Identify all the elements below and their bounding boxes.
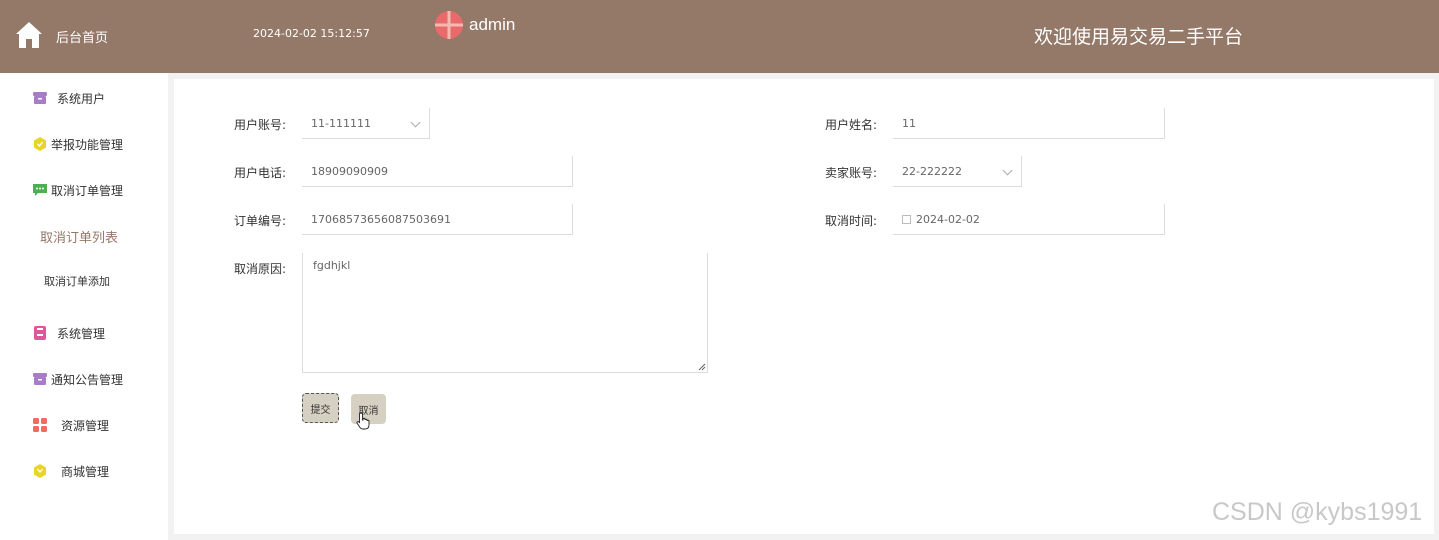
sidebar-item-system-users[interactable]: 系统用户 <box>0 83 168 113</box>
sidebar: 系统用户 举报功能管理 取消订单管理 取消订单列表 取消订单添加 系统管理 通知… <box>0 73 168 540</box>
user-account-value: 11-111111 <box>311 116 371 130</box>
hand-cursor-icon <box>356 412 370 430</box>
calendar-icon <box>902 214 911 224</box>
sidebar-subitem-cancel-order-list[interactable]: 取消订单列表 <box>0 221 168 251</box>
message-icon <box>33 184 47 196</box>
home-icon[interactable] <box>14 20 44 50</box>
user-account-select[interactable]: 11-111111 <box>302 108 430 139</box>
user-name-label: 用户姓名: <box>824 118 877 132</box>
user-name-value: 11 <box>902 116 916 130</box>
sidebar-item-label: 举报功能管理 <box>51 137 124 152</box>
sidebar-item-label: 资源管理 <box>61 418 110 433</box>
user-phone-value: 18909090909 <box>311 164 388 178</box>
user-name-field[interactable]: 11 <box>893 108 1165 139</box>
cancel-time-value: 2024-02-02 <box>916 212 980 226</box>
seller-account-label: 卖家账号: <box>824 166 877 180</box>
resize-handle-icon[interactable] <box>698 363 706 371</box>
main-content: 用户账号: 11-111111 用户姓名: 11 用户电话: 189090909… <box>174 79 1434 534</box>
sidebar-item-label: 系统用户 <box>57 91 106 106</box>
cancel-reason-value: fgdhjkl <box>313 259 351 272</box>
user-phone-field[interactable]: 18909090909 <box>302 156 573 187</box>
chevron-down-icon <box>1002 165 1013 176</box>
sidebar-item-label: 通知公告管理 <box>51 372 124 387</box>
username[interactable]: admin <box>469 15 515 35</box>
order-no-label: 订单编号: <box>233 214 286 228</box>
box-icon <box>34 326 46 340</box>
submit-button[interactable]: 提交 <box>302 393 339 423</box>
archive-icon <box>33 92 47 104</box>
seller-account-value: 22-222222 <box>902 164 962 178</box>
grid-icon <box>33 418 47 432</box>
sidebar-subitem-label: 取消订单添加 <box>44 275 110 288</box>
sidebar-item-mall-management[interactable]: 商城管理 <box>0 456 168 486</box>
user-account-label: 用户账号: <box>233 118 286 132</box>
sidebar-item-notice-management[interactable]: 通知公告管理 <box>0 364 168 394</box>
cancel-time-field[interactable]: 2024-02-02 <box>893 204 1165 235</box>
sidebar-item-label: 系统管理 <box>57 326 106 341</box>
order-no-value: 17068573656087503691 <box>311 212 451 226</box>
cancel-reason-textarea[interactable]: fgdhjkl <box>302 253 708 373</box>
sidebar-subitem-label: 取消订单列表 <box>39 230 118 246</box>
welcome-title: 欢迎使用易交易二手平台 <box>1034 26 1244 48</box>
chevron-down-icon <box>410 117 421 128</box>
cancel-reason-label: 取消原因: <box>233 262 286 276</box>
top-header: 后台首页 2024-02-02 15:12:57 admin 欢迎使用易交易二手… <box>0 0 1439 73</box>
current-datetime: 2024-02-02 15:12:57 <box>253 27 370 40</box>
cancel-time-label: 取消时间: <box>824 214 877 228</box>
sidebar-item-cancel-order[interactable]: 取消订单管理 <box>0 175 168 205</box>
home-link[interactable]: 后台首页 <box>56 27 108 46</box>
sidebar-item-system-management[interactable]: 系统管理 <box>0 318 168 348</box>
watermark: CSDN @kybs1991 <box>1212 498 1423 526</box>
sidebar-item-label: 取消订单管理 <box>51 183 124 198</box>
sidebar-item-report-management[interactable]: 举报功能管理 <box>0 129 168 159</box>
archive-icon <box>33 373 47 385</box>
sidebar-item-label: 商城管理 <box>61 464 110 479</box>
sidebar-item-resource-management[interactable]: 资源管理 <box>0 410 168 440</box>
order-no-field[interactable]: 17068573656087503691 <box>302 204 573 235</box>
sidebar-subitem-cancel-order-add[interactable]: 取消订单添加 <box>0 266 168 296</box>
seller-account-select[interactable]: 22-222222 <box>893 156 1022 187</box>
user-phone-label: 用户电话: <box>233 166 286 180</box>
hexagon-icon <box>34 137 46 151</box>
avatar <box>435 11 463 39</box>
hexagon-icon <box>34 464 46 478</box>
